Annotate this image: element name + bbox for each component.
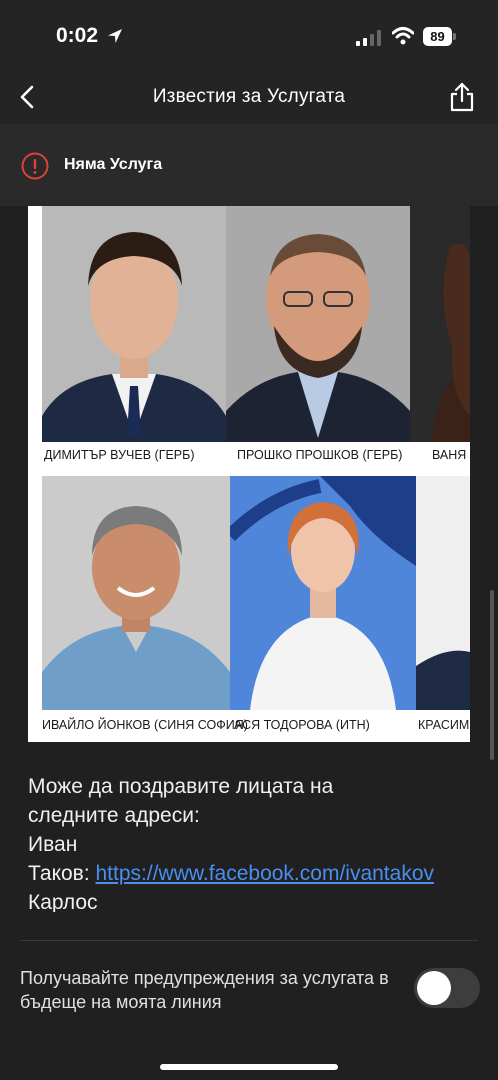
caption-person-3: ВАНЯ	[432, 448, 467, 462]
status-time: 0:02	[56, 24, 99, 47]
message-line: Карлос	[28, 891, 98, 912]
photo-person-6	[416, 476, 470, 710]
status-bar: 0:02 89	[0, 0, 498, 72]
caption-person-5: АСЯ ТОДОРОВА (ИТН)	[234, 718, 370, 732]
message-text: Таков:	[28, 862, 96, 885]
future-alerts-toggle[interactable]	[414, 968, 480, 1008]
divider	[20, 940, 478, 941]
message-line: Може да поздравите лицата на	[28, 775, 334, 798]
battery-icon: 89	[423, 27, 457, 46]
share-button[interactable]	[448, 81, 476, 113]
photo-person-3	[410, 206, 470, 442]
caption-person-2: ПРОШКО ПРОШКОВ (ГЕРБ)	[237, 448, 403, 462]
toggle-knob	[417, 971, 451, 1005]
message-body: Може да поздравите лицата на следните ад…	[28, 772, 470, 912]
battery-level: 89	[423, 27, 452, 46]
back-button[interactable]	[14, 82, 42, 112]
news-image: ДИМИТЪР ВУЧЕВ (ГЕРБ) ПРОШКО ПРОШКОВ (ГЕР…	[28, 206, 470, 742]
message-line: Иван	[28, 833, 78, 856]
photo-person-2	[226, 206, 410, 442]
service-status-label: Няма Услуга	[64, 156, 163, 173]
photo-person-5	[230, 476, 416, 710]
home-indicator[interactable]	[160, 1064, 338, 1070]
photo-person-4	[42, 476, 230, 710]
message-line: следните адреси:	[28, 804, 200, 827]
facebook-link[interactable]: https://www.facebook.com/ivantakov	[96, 862, 435, 885]
alert-circle-icon	[21, 152, 49, 180]
service-status-bar: Няма Услуга	[0, 124, 498, 206]
caption-person-6: КРАСИМ	[418, 718, 470, 732]
cellular-signal-icon	[356, 30, 381, 46]
scrollbar[interactable]	[490, 590, 494, 760]
page-title: Известия за Услугата	[152, 86, 346, 107]
future-alerts-label: Получавайте предупреждения за услугата в…	[20, 968, 389, 1012]
location-arrow-icon	[108, 29, 122, 43]
nav-bar: Известия за Услугата	[0, 72, 498, 124]
photo-person-1	[42, 206, 226, 442]
caption-person-4: ИВАЙЛО ЙОНКОВ (СИНЯ СОФИЯ)	[42, 718, 248, 732]
wifi-icon	[392, 27, 414, 45]
caption-person-1: ДИМИТЪР ВУЧЕВ (ГЕРБ)	[44, 448, 195, 462]
message-line: Таков: https://www.facebook.com/ivantako…	[28, 859, 470, 888]
